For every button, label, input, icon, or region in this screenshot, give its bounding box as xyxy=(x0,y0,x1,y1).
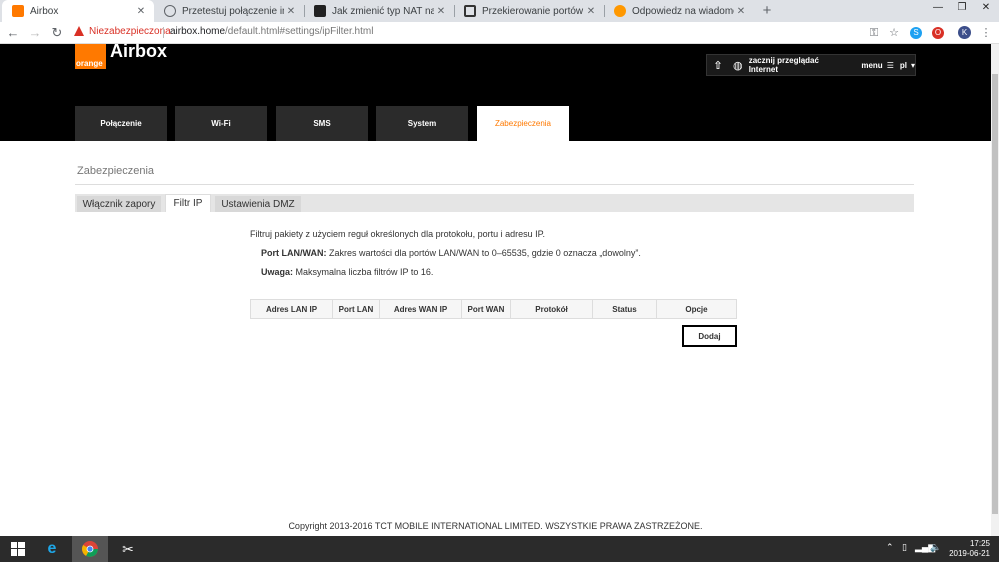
port-label: Port LAN/WAN: xyxy=(261,248,327,258)
column-header-protocol: Protokół xyxy=(511,300,593,318)
browser-tab-reply[interactable]: Odpowiedz na wiadomość - Nasz ✕ xyxy=(604,0,754,22)
logo-text: orange xyxy=(76,59,103,68)
subtab-firewall-switch[interactable]: Włącznik zapory xyxy=(77,196,161,212)
browser-tab-strip: Airbox ✕ Przetestuj połączenie interneto… xyxy=(0,0,999,22)
add-filter-button[interactable]: Dodaj xyxy=(682,325,737,347)
internet-explorer-icon[interactable]: e xyxy=(34,536,70,562)
snipping-tool-icon[interactable]: ✂ xyxy=(110,536,146,562)
nav-tab-system[interactable]: System xyxy=(376,106,468,141)
globe-icon xyxy=(164,5,176,17)
header-toolbar: ⇧ ◍ zacznij przeglądać Internet menu ☰ p… xyxy=(706,54,916,76)
brand-title: Airbox xyxy=(110,41,168,61)
url-host: airbox.home xyxy=(170,26,226,37)
hamburger-icon[interactable]: ☰ xyxy=(887,61,894,70)
url-separator xyxy=(163,27,164,38)
scrollbar-thumb[interactable] xyxy=(992,74,998,514)
back-icon[interactable]: ← xyxy=(4,24,22,42)
page-scrollbar[interactable] xyxy=(991,44,999,536)
copyright-text: Copyright 2013-2016 TCT MOBILE INTERNATI… xyxy=(288,521,703,531)
minimize-icon[interactable]: — xyxy=(926,0,950,18)
column-header-status: Status xyxy=(593,300,657,318)
browser-tab-speedtest[interactable]: Przetestuj połączenie internetowe ✕ xyxy=(154,0,304,22)
forward-icon[interactable]: → xyxy=(26,24,44,42)
column-header-wan-ip: Adres WAN IP xyxy=(380,300,462,318)
column-header-wan-port: Port WAN xyxy=(462,300,511,318)
browse-internet-link[interactable]: zacznij przeglądać Internet xyxy=(749,56,850,74)
note-label: Uwaga: xyxy=(261,267,294,277)
key-icon[interactable]: ⚿ xyxy=(866,25,882,41)
globe-icon[interactable]: ◍ xyxy=(731,59,745,72)
windows-start-icon[interactable] xyxy=(0,536,36,562)
forum-favicon-icon xyxy=(614,5,626,17)
close-tab-icon[interactable]: ✕ xyxy=(434,6,448,17)
ip-filter-table: Adres LAN IP Port LAN Adres WAN IP Port … xyxy=(250,299,737,319)
more-menu-icon[interactable]: ⋮ xyxy=(978,25,994,41)
close-tab-icon[interactable]: ✕ xyxy=(284,6,298,17)
clock-date: 2019-06-21 xyxy=(949,549,990,558)
note-info: Uwaga: Maksymalna liczba filtrów IP to 1… xyxy=(261,267,433,277)
language-select[interactable]: pl xyxy=(900,61,907,70)
warning-icon[interactable] xyxy=(74,26,84,36)
tab-title: Airbox xyxy=(30,5,59,17)
opera-extension-icon[interactable]: O xyxy=(932,27,944,39)
clock-time: 17:25 xyxy=(969,539,990,548)
menu-button[interactable]: menu xyxy=(861,61,882,70)
airbox-header: orange Airbox ⇧ ◍ zacznij przeglądać Int… xyxy=(0,41,991,141)
close-tab-icon[interactable]: ✕ xyxy=(134,6,148,17)
chrome-icon[interactable] xyxy=(72,536,108,562)
url-path: /default.html#settings/ipFilter.html xyxy=(225,26,374,37)
security-label[interactable]: Niezabezpieczona xyxy=(89,26,171,37)
star-icon[interactable]: ☆ xyxy=(886,25,902,41)
divider xyxy=(75,184,914,185)
port-text: Zakres wartości dla portów LAN/WAN to 0–… xyxy=(329,248,641,258)
airbox-favicon-icon xyxy=(12,5,24,17)
profile-avatar[interactable]: K xyxy=(958,26,971,39)
tab-title: Przetestuj połączenie internetowe xyxy=(182,5,284,17)
page-title: Zabezpieczenia xyxy=(77,165,155,177)
nav-tab-security[interactable]: Zabezpieczenia xyxy=(477,106,569,141)
skype-extension-icon[interactable]: S xyxy=(910,27,922,39)
close-tab-icon[interactable]: ✕ xyxy=(584,6,598,17)
device-icon[interactable]: ▯ xyxy=(902,542,907,553)
subtab-dmz-settings[interactable]: Ustawienia DMZ xyxy=(215,196,301,212)
upload-icon[interactable]: ⇧ xyxy=(711,59,725,72)
tray-chevron-icon[interactable]: ⌃ xyxy=(886,542,894,553)
column-header-options: Opcje xyxy=(685,304,708,314)
nav-tab-wifi[interactable]: Wi-Fi xyxy=(175,106,267,141)
windows-taskbar: e ✂ ⌃ ▯ ▂▄▆ 🔈 17:25 2019-06-21 xyxy=(0,536,999,562)
description-text: Filtruj pakiety z użyciem reguł określon… xyxy=(250,229,545,239)
sub-tabs: Włącznik zapory Filtr IP Ustawienia DMZ xyxy=(75,194,914,212)
chevron-down-icon[interactable]: ▾ xyxy=(911,61,915,70)
system-clock[interactable]: 17:25 2019-06-21 xyxy=(948,539,990,559)
note-text: Maksymalna liczba filtrów IP to 16. xyxy=(295,267,434,277)
tab-title: Odpowiedz na wiadomość - Nasz xyxy=(632,5,734,17)
address-bar[interactable]: airbox.home/default.html#settings/ipFilt… xyxy=(170,26,373,37)
site-favicon-icon xyxy=(314,5,326,17)
close-window-icon[interactable]: ✕ xyxy=(974,0,998,18)
nav-tab-connection[interactable]: Połączenie xyxy=(75,106,167,141)
subtab-ip-filter[interactable]: Filtr IP xyxy=(165,194,211,212)
volume-icon[interactable]: 🔈 xyxy=(930,542,941,553)
restore-icon[interactable]: ❐ xyxy=(950,0,974,18)
site-favicon-icon xyxy=(464,5,476,17)
tab-title: Jak zmienić typ NAT na PlayStation xyxy=(332,5,434,17)
browser-tab-airbox[interactable]: Airbox ✕ xyxy=(2,0,154,22)
new-tab-icon[interactable]: + xyxy=(758,1,776,21)
column-header-lan-ip: Adres LAN IP xyxy=(251,300,333,318)
browser-tab-ports[interactable]: Przekierowanie portów LAN, VPN ✕ xyxy=(454,0,604,22)
tab-title: Przekierowanie portów LAN, VPN xyxy=(482,5,584,17)
column-header-lan-port: Port LAN xyxy=(333,300,380,318)
close-tab-icon[interactable]: ✕ xyxy=(734,6,748,17)
port-info: Port LAN/WAN: Zakres wartości dla portów… xyxy=(261,248,641,258)
browser-tab-nat[interactable]: Jak zmienić typ NAT na PlayStation ✕ xyxy=(304,0,454,22)
reload-icon[interactable]: ↻ xyxy=(48,24,66,42)
nav-tab-sms[interactable]: SMS xyxy=(276,106,368,141)
